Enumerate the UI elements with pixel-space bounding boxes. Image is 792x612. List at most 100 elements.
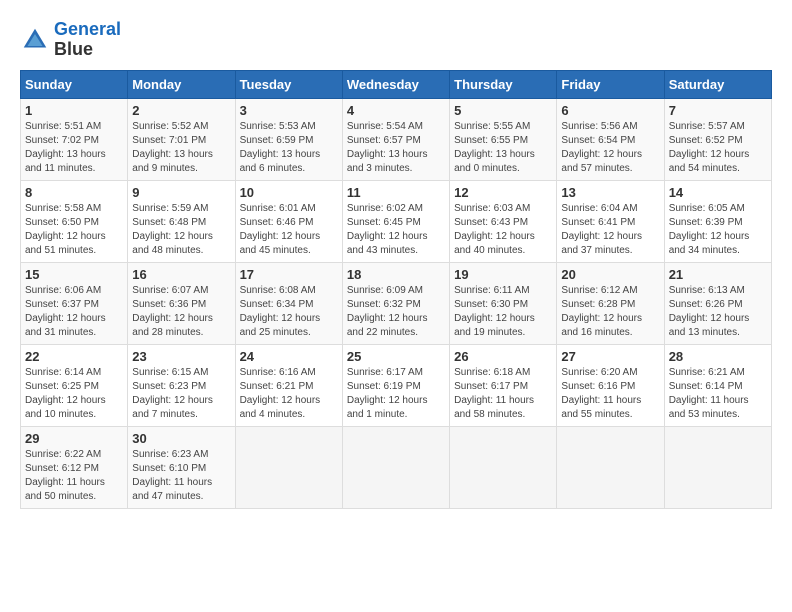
calendar-cell: 3 Sunrise: 5:53 AM Sunset: 6:59 PM Daylig… (235, 98, 342, 180)
day-number: 6 (561, 103, 659, 118)
calendar-cell: 20 Sunrise: 6:12 AM Sunset: 6:28 PM Dayli… (557, 262, 664, 344)
day-info: Sunrise: 6:11 AM Sunset: 6:30 PM Dayligh… (454, 284, 552, 340)
logo-text: General Blue (54, 20, 121, 60)
day-info: Sunrise: 5:51 AM Sunset: 7:02 PM Dayligh… (25, 120, 123, 176)
day-info: Sunrise: 6:13 AM Sunset: 6:26 PM Dayligh… (669, 284, 767, 340)
calendar-cell (664, 426, 771, 508)
calendar-cell: 2 Sunrise: 5:52 AM Sunset: 7:01 PM Daylig… (128, 98, 235, 180)
calendar-cell: 23Sunrise: 6:15 AM Sunset: 6:23 PM Dayli… (128, 344, 235, 426)
day-number: 1 (25, 103, 123, 118)
calendar-cell: 5 Sunrise: 5:55 AM Sunset: 6:55 PM Daylig… (450, 98, 557, 180)
calendar-week-row: 29 Sunrise: 6:22 AM Sunset: 6:12 PM Dayli… (21, 426, 772, 508)
weekday-header-row: SundayMondayTuesdayWednesdayThursdayFrid… (21, 70, 772, 98)
weekday-header-sunday: Sunday (21, 70, 128, 98)
day-number: 22 (25, 349, 123, 364)
day-info: Sunrise: 6:06 AM Sunset: 6:37 PM Dayligh… (25, 284, 123, 340)
calendar-cell: 11 Sunrise: 6:02 AM Sunset: 6:45 PM Dayli… (342, 180, 449, 262)
day-info: Sunrise: 6:21 AM Sunset: 6:14 PM Dayligh… (669, 366, 767, 422)
calendar-cell: 10Sunrise: 6:01 AM Sunset: 6:46 PM Dayli… (235, 180, 342, 262)
calendar-cell (235, 426, 342, 508)
day-info: Sunrise: 6:12 AM Sunset: 6:28 PM Dayligh… (561, 284, 659, 340)
calendar-cell: 12 Sunrise: 6:03 AM Sunset: 6:43 PM Dayli… (450, 180, 557, 262)
calendar-week-row: 15 Sunrise: 6:06 AM Sunset: 6:37 PM Dayli… (21, 262, 772, 344)
logo-icon (20, 25, 50, 55)
day-info: Sunrise: 5:58 AM Sunset: 6:50 PM Dayligh… (25, 202, 123, 258)
calendar-cell: 17 Sunrise: 6:08 AM Sunset: 6:34 PM Dayli… (235, 262, 342, 344)
calendar-header: SundayMondayTuesdayWednesdayThursdayFrid… (21, 70, 772, 98)
calendar-cell: 24 Sunrise: 6:16 AM Sunset: 6:21 PM Dayli… (235, 344, 342, 426)
day-number: 3 (240, 103, 338, 118)
day-number: 20 (561, 267, 659, 282)
calendar-cell: 27 Sunrise: 6:20 AM Sunset: 6:16 PM Dayli… (557, 344, 664, 426)
day-info: Sunrise: 5:52 AM Sunset: 7:01 PM Dayligh… (132, 120, 230, 176)
day-number: 2 (132, 103, 230, 118)
calendar-week-row: 22Sunrise: 6:14 AM Sunset: 6:25 PM Dayli… (21, 344, 772, 426)
calendar-cell: 6 Sunrise: 5:56 AM Sunset: 6:54 PM Daylig… (557, 98, 664, 180)
day-info: Sunrise: 6:17 AM Sunset: 6:19 PM Dayligh… (347, 366, 445, 422)
calendar-body: 1 Sunrise: 5:51 AM Sunset: 7:02 PM Daylig… (21, 98, 772, 508)
day-number: 13 (561, 185, 659, 200)
calendar-cell: 9 Sunrise: 5:59 AM Sunset: 6:48 PM Daylig… (128, 180, 235, 262)
calendar-cell: 16Sunrise: 6:07 AM Sunset: 6:36 PM Dayli… (128, 262, 235, 344)
day-info: Sunrise: 6:05 AM Sunset: 6:39 PM Dayligh… (669, 202, 767, 258)
day-number: 23 (132, 349, 230, 364)
day-info: Sunrise: 6:23 AM Sunset: 6:10 PM Dayligh… (132, 448, 230, 504)
calendar-cell: 13 Sunrise: 6:04 AM Sunset: 6:41 PM Dayli… (557, 180, 664, 262)
weekday-header-tuesday: Tuesday (235, 70, 342, 98)
day-number: 17 (240, 267, 338, 282)
day-number: 28 (669, 349, 767, 364)
day-number: 5 (454, 103, 552, 118)
day-info: Sunrise: 5:57 AM Sunset: 6:52 PM Dayligh… (669, 120, 767, 176)
calendar-cell: 22Sunrise: 6:14 AM Sunset: 6:25 PM Dayli… (21, 344, 128, 426)
day-info: Sunrise: 6:04 AM Sunset: 6:41 PM Dayligh… (561, 202, 659, 258)
day-number: 16 (132, 267, 230, 282)
calendar-week-row: 8 Sunrise: 5:58 AM Sunset: 6:50 PM Daylig… (21, 180, 772, 262)
calendar-cell: 28 Sunrise: 6:21 AM Sunset: 6:14 PM Dayli… (664, 344, 771, 426)
logo: General Blue (20, 20, 121, 60)
day-number: 11 (347, 185, 445, 200)
weekday-header-wednesday: Wednesday (342, 70, 449, 98)
calendar-cell: 15 Sunrise: 6:06 AM Sunset: 6:37 PM Dayli… (21, 262, 128, 344)
calendar-cell: 4 Sunrise: 5:54 AM Sunset: 6:57 PM Daylig… (342, 98, 449, 180)
day-info: Sunrise: 5:59 AM Sunset: 6:48 PM Dayligh… (132, 202, 230, 258)
calendar-cell: 25 Sunrise: 6:17 AM Sunset: 6:19 PM Dayli… (342, 344, 449, 426)
day-number: 18 (347, 267, 445, 282)
weekday-header-monday: Monday (128, 70, 235, 98)
calendar-cell: 18 Sunrise: 6:09 AM Sunset: 6:32 PM Dayli… (342, 262, 449, 344)
day-number: 9 (132, 185, 230, 200)
day-info: Sunrise: 5:54 AM Sunset: 6:57 PM Dayligh… (347, 120, 445, 176)
day-number: 26 (454, 349, 552, 364)
calendar-cell: 29 Sunrise: 6:22 AM Sunset: 6:12 PM Dayli… (21, 426, 128, 508)
day-number: 8 (25, 185, 123, 200)
day-number: 24 (240, 349, 338, 364)
day-number: 15 (25, 267, 123, 282)
day-info: Sunrise: 6:03 AM Sunset: 6:43 PM Dayligh… (454, 202, 552, 258)
day-number: 19 (454, 267, 552, 282)
weekday-header-saturday: Saturday (664, 70, 771, 98)
day-info: Sunrise: 5:56 AM Sunset: 6:54 PM Dayligh… (561, 120, 659, 176)
day-info: Sunrise: 6:08 AM Sunset: 6:34 PM Dayligh… (240, 284, 338, 340)
day-info: Sunrise: 6:20 AM Sunset: 6:16 PM Dayligh… (561, 366, 659, 422)
calendar-cell: 7 Sunrise: 5:57 AM Sunset: 6:52 PM Daylig… (664, 98, 771, 180)
calendar-cell (450, 426, 557, 508)
day-number: 7 (669, 103, 767, 118)
day-info: Sunrise: 6:09 AM Sunset: 6:32 PM Dayligh… (347, 284, 445, 340)
day-info: Sunrise: 6:02 AM Sunset: 6:45 PM Dayligh… (347, 202, 445, 258)
weekday-header-friday: Friday (557, 70, 664, 98)
day-number: 29 (25, 431, 123, 446)
day-number: 25 (347, 349, 445, 364)
day-info: Sunrise: 6:22 AM Sunset: 6:12 PM Dayligh… (25, 448, 123, 504)
day-info: Sunrise: 5:53 AM Sunset: 6:59 PM Dayligh… (240, 120, 338, 176)
day-number: 27 (561, 349, 659, 364)
day-info: Sunrise: 6:16 AM Sunset: 6:21 PM Dayligh… (240, 366, 338, 422)
weekday-header-thursday: Thursday (450, 70, 557, 98)
day-info: Sunrise: 5:55 AM Sunset: 6:55 PM Dayligh… (454, 120, 552, 176)
day-number: 12 (454, 185, 552, 200)
day-info: Sunrise: 6:01 AM Sunset: 6:46 PM Dayligh… (240, 202, 338, 258)
calendar-cell: 30 Sunrise: 6:23 AM Sunset: 6:10 PM Dayli… (128, 426, 235, 508)
calendar-cell: 1 Sunrise: 5:51 AM Sunset: 7:02 PM Daylig… (21, 98, 128, 180)
day-number: 30 (132, 431, 230, 446)
day-number: 4 (347, 103, 445, 118)
calendar-cell: 21Sunrise: 6:13 AM Sunset: 6:26 PM Dayli… (664, 262, 771, 344)
calendar-cell (557, 426, 664, 508)
